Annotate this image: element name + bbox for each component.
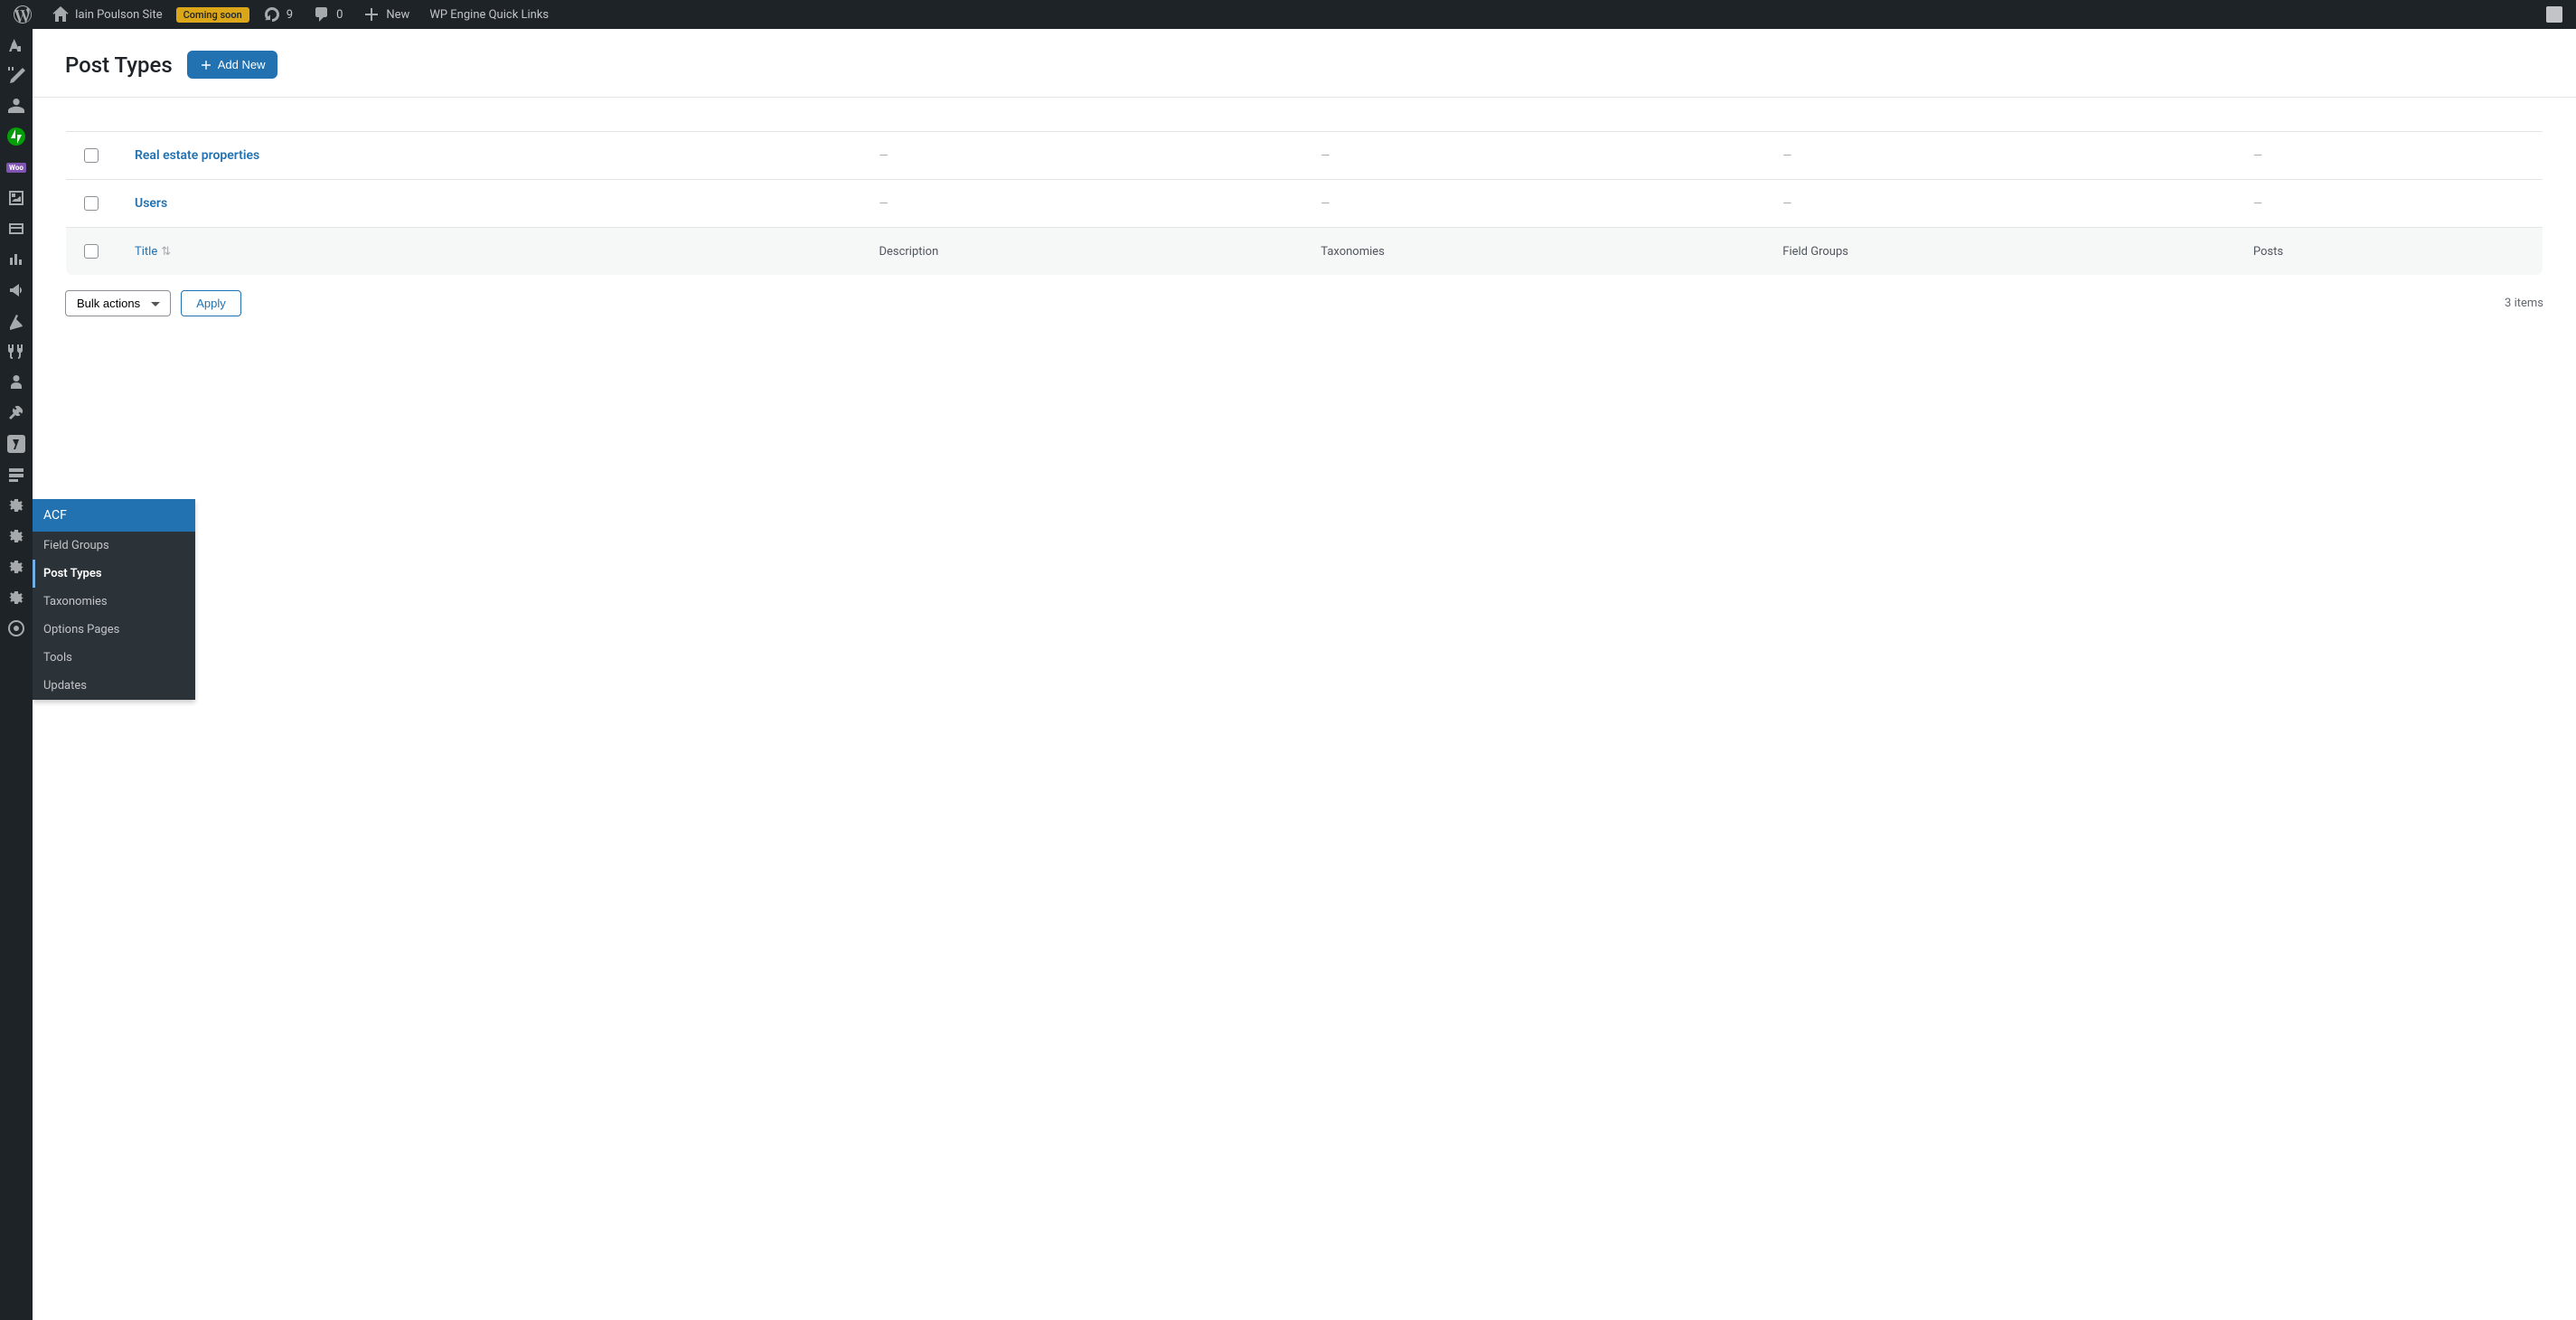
sidebar-woocommerce[interactable]: Woo [0,152,33,183]
footer-controls: Bulk actions Apply 3 items [33,276,2576,331]
add-new-button[interactable]: Add New [187,51,278,79]
select-all-checkbox[interactable] [84,244,99,259]
new-item[interactable]: New [356,0,416,29]
row-title-link[interactable]: Users [135,196,167,211]
new-label: New [386,8,409,22]
cell-taxonomies: — [1321,197,1330,211]
quick-links-label: WP Engine Quick Links [429,8,549,22]
sidebar-analytics[interactable] [0,244,33,275]
col-posts: Posts [2235,228,2543,276]
table-row-empty [66,99,2543,132]
apply-button[interactable]: Apply [181,290,241,316]
sidebar-payments[interactable] [0,213,33,244]
table-container: Real estate properties — — — — Users — —… [65,98,2543,276]
sort-icon: ⇅ [161,245,171,259]
acf-flyout: ACF Field Groups Post Types Taxonomies O… [33,499,195,700]
update-count: 9 [287,8,293,22]
refresh-icon [263,5,281,24]
col-title[interactable]: Title⇅ [135,245,171,259]
sidebar-marketing[interactable] [0,275,33,306]
bulk-actions-select[interactable]: Bulk actions [65,290,171,316]
sidebar-settings-1[interactable] [0,490,33,521]
table-row: Real estate properties — — — — [66,132,2543,180]
sidebar-appearance[interactable] [0,306,33,336]
row-checkbox[interactable] [84,148,99,163]
flyout-post-types[interactable]: Post Types [33,560,195,588]
items-count: 3 items [2505,297,2543,310]
cell-posts: — [2253,149,2262,163]
page-title: Post Types [65,52,173,78]
sidebar-posts[interactable] [0,60,33,90]
post-types-table: Real estate properties — — — — Users — —… [65,98,2543,276]
site-home[interactable]: Iain Poulson Site [45,0,169,29]
row-title-link[interactable]: Real estate properties [135,148,259,163]
comment-icon [313,5,331,24]
sidebar-jetpack[interactable] [0,121,33,152]
plus-icon [362,5,381,24]
site-name: Iain Poulson Site [75,8,163,22]
sidebar-settings-3[interactable] [0,552,33,582]
sidebar-plugins[interactable] [0,336,33,367]
admin-bar: Iain Poulson Site Coming soon 9 0 New WP… [0,0,2576,29]
flyout-field-groups[interactable]: Field Groups [33,532,195,560]
wordpress-icon [14,5,32,24]
admin-bar-left: Iain Poulson Site Coming soon 9 0 New WP… [7,0,555,29]
comments-item[interactable]: 0 [306,0,349,29]
flyout-header[interactable]: ACF [33,499,195,532]
comment-count: 0 [336,8,343,22]
add-new-label: Add New [218,58,266,71]
sidebar-yoast[interactable] [0,429,33,459]
cell-taxonomies: — [1321,149,1330,163]
avatar [2546,6,2562,23]
row-checkbox[interactable] [84,196,99,211]
main-content: Post Types Add New Real estate propertie… [33,29,2576,331]
flyout-taxonomies[interactable]: Taxonomies [33,588,195,616]
home-icon [52,5,70,24]
status-badge: Coming soon [176,7,249,23]
sidebar-profile[interactable] [0,367,33,398]
table-footer-row: Title⇅ Description Taxonomies Field Grou… [66,228,2543,276]
col-taxonomies: Taxonomies [1302,228,1764,276]
cell-field-groups: — [1782,197,1791,211]
admin-sidebar: Woo [0,29,33,1320]
sidebar-media[interactable] [0,183,33,213]
wordpress-logo[interactable] [7,0,38,29]
sidebar-users[interactable] [0,90,33,121]
page-header: Post Types Add New [33,29,2576,98]
col-field-groups: Field Groups [1764,228,2235,276]
flyout-tools[interactable]: Tools [33,644,195,672]
updates-item[interactable]: 9 [257,0,299,29]
col-description: Description [860,228,1302,276]
bulk-actions-wrap: Bulk actions Apply [65,290,241,316]
plus-icon [200,59,212,71]
quick-links[interactable]: WP Engine Quick Links [423,0,555,29]
flyout-updates[interactable]: Updates [33,672,195,700]
sidebar-wpengine[interactable] [0,613,33,644]
sidebar-settings-4[interactable] [0,582,33,613]
sidebar-acf[interactable] [0,459,33,490]
woo-icon: Woo [6,163,26,173]
table-row: Users — — — — [66,180,2543,228]
cell-posts: — [2253,197,2262,211]
cell-description: — [879,197,888,211]
sidebar-tools[interactable] [0,398,33,429]
sidebar-settings-2[interactable] [0,521,33,552]
cell-field-groups: — [1782,149,1791,163]
flyout-options-pages[interactable]: Options Pages [33,616,195,644]
user-menu[interactable] [2540,0,2569,29]
cell-description: — [879,149,888,163]
sidebar-dashboard[interactable] [0,29,33,60]
